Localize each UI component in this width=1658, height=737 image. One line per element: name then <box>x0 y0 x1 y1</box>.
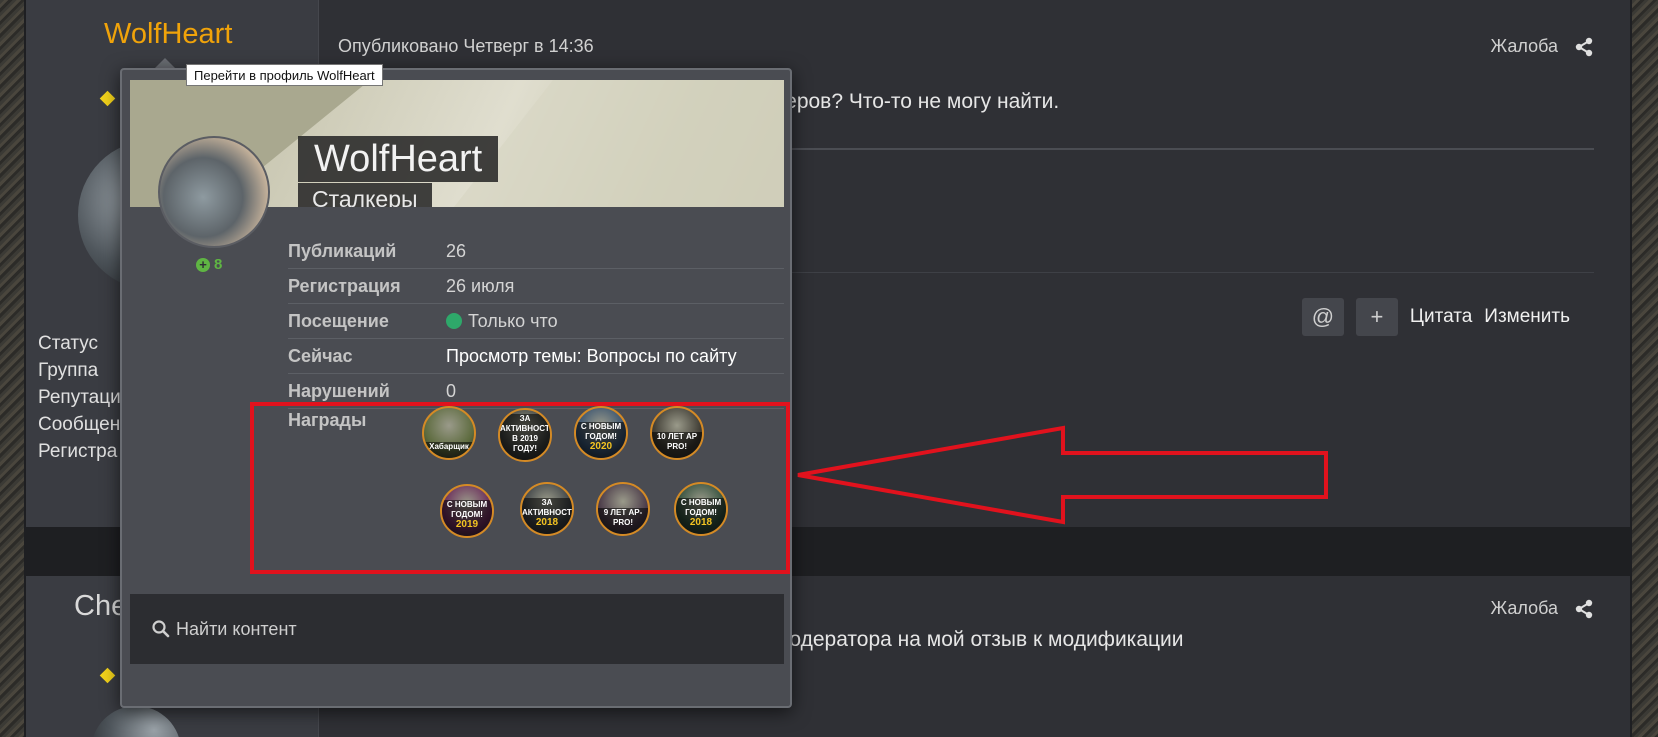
share-icon[interactable] <box>1574 599 1594 619</box>
signature-divider <box>766 272 1594 273</box>
info-label: Сейчас <box>288 345 353 366</box>
share-icon[interactable] <box>1574 37 1594 57</box>
author-avatar[interactable] <box>91 706 181 737</box>
rank-diamond-icon <box>99 90 116 107</box>
hovercard-username[interactable]: WolfHeart <box>298 136 499 182</box>
multiquote-button[interactable]: + <box>1355 298 1398 336</box>
stat-messages-label: Сообщен <box>38 414 121 435</box>
stat-registered-label: Регистра <box>38 441 118 462</box>
profile-tooltip: Перейти в профиль WolfHeart <box>186 64 383 86</box>
info-label: Регистрация <box>288 275 401 296</box>
info-label: Посещение <box>288 310 389 331</box>
report-link[interactable]: Жалоба <box>1491 36 1558 57</box>
info-row-posts: Публикаций 26 <box>288 234 784 269</box>
stat-status-label: Статус <box>38 333 99 354</box>
post-content: ия модератора на мой отзыв к модификации <box>746 628 1184 651</box>
find-content-label: Найти контент <box>176 618 297 639</box>
info-label: Нарушений <box>288 380 390 401</box>
post-actions: @ + Цитата Изменить <box>1301 298 1570 336</box>
content-divider <box>766 148 1594 150</box>
profile-info-table: Публикаций 26 Регистрация 26 июля Посеще… <box>288 234 784 409</box>
info-value: Только что <box>468 310 558 331</box>
info-label: Публикаций <box>288 240 397 261</box>
rank-diamond-icon <box>99 667 116 684</box>
post-report: Жалоба <box>1491 598 1594 619</box>
cover-decoration <box>454 80 784 207</box>
background-texture-right <box>1632 0 1658 737</box>
reputation-value: 8 <box>214 256 223 273</box>
online-status-icon <box>446 312 462 329</box>
post-report: Жалоба <box>1491 36 1594 57</box>
quote-button[interactable]: Цитата <box>1410 306 1472 328</box>
author-stats: Статус Группа Репутаци Сообщен Регистра <box>38 330 121 465</box>
edit-button[interactable]: Изменить <box>1484 306 1570 328</box>
hovercard-group: Сталкеры <box>298 183 432 207</box>
hovercard-avatar[interactable] <box>158 136 270 248</box>
find-content-button[interactable]: Найти контент <box>130 594 784 664</box>
info-row-current-activity: Сейчас Просмотр темы: Вопросы по сайту <box>288 339 784 374</box>
reputation-badge: + 8 <box>196 256 222 273</box>
mention-button[interactable]: @ <box>1301 298 1344 336</box>
report-link[interactable]: Жалоба <box>1491 598 1558 619</box>
search-icon <box>152 620 170 638</box>
author-name-link[interactable]: WolfHeart <box>104 18 232 51</box>
plus-circle-icon: + <box>196 257 210 272</box>
info-value: 0 <box>446 380 457 401</box>
current-activity-link[interactable]: Просмотр темы: Вопросы по сайту <box>446 346 737 367</box>
stat-group-label: Группа <box>38 360 99 381</box>
post-content: юзеров? Что-то не могу найти. <box>760 90 1060 113</box>
info-value: 26 <box>446 240 467 261</box>
annotation-highlight-box <box>250 402 790 574</box>
background-texture-left <box>0 0 24 737</box>
info-row-last-visit: Посещение Только что <box>288 304 784 339</box>
info-value-wrap: Только что <box>446 311 558 332</box>
profile-hovercard: WolfHeart Сталкеры + 8 Публикаций 26 Рег… <box>120 68 792 708</box>
annotation-arrow-icon <box>797 425 1328 525</box>
info-value: 26 июля <box>446 275 515 296</box>
published-date: Опубликовано Четверг в 14:36 <box>338 36 594 56</box>
hovercard-caret <box>155 58 175 68</box>
stat-reputation-label: Репутаци <box>38 387 121 408</box>
info-row-registered: Регистрация 26 июля <box>288 269 784 304</box>
